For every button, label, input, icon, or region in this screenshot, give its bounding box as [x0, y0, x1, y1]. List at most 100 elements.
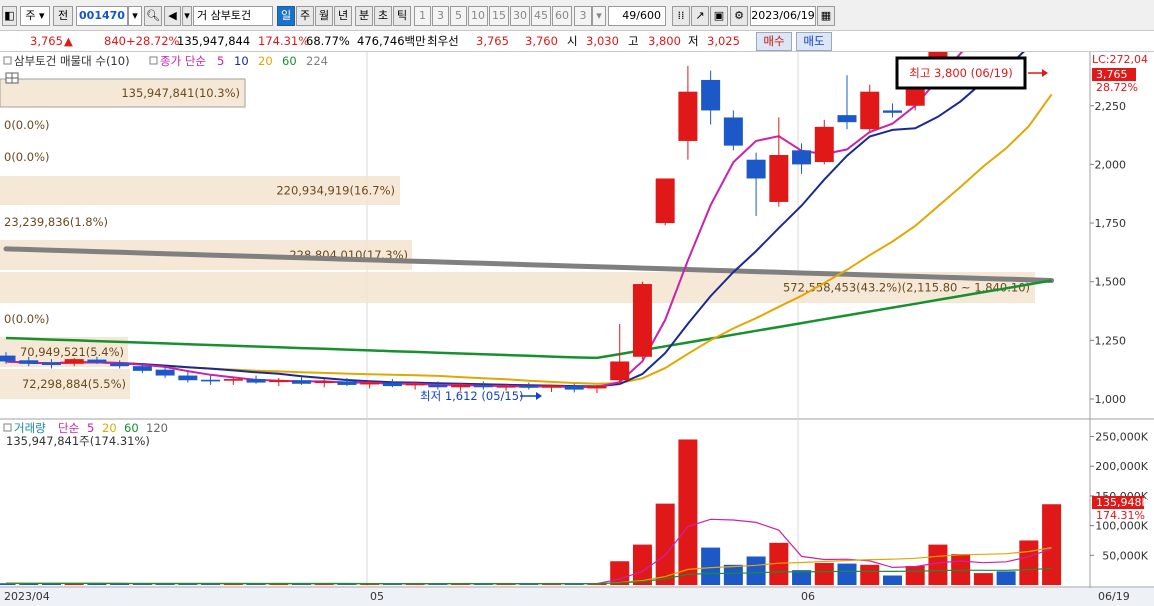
prev-button[interactable]: 전 [53, 6, 73, 26]
minute-3[interactable]: 3 [432, 6, 449, 26]
settings-gear-icon[interactable]: ⚙ [730, 6, 748, 26]
stock-name-field[interactable]: 거 삼부토건 [193, 6, 273, 26]
candle-body [132, 366, 152, 371]
period-select[interactable]: 주 ▾ [20, 6, 50, 26]
price-ma-period-10: 10 [234, 54, 249, 68]
stock-code-input[interactable]: 001470 [76, 6, 128, 26]
change-amount: 840 [104, 34, 126, 48]
volume-profile-label: 70,949,521(5.4%) [20, 345, 124, 359]
sell-button[interactable]: 매도 [796, 32, 832, 51]
search-icon[interactable]: 🔍︎ [144, 6, 162, 26]
low-marker-text: 최저 1,612 (05/15) [420, 389, 524, 403]
quote-bar: 3,765 ▲ 840 +28.72% 135,947,844 174.31% … [0, 31, 1154, 52]
tab-tick[interactable]: 틱 [393, 6, 411, 26]
candle-body [451, 384, 471, 388]
volume-bar [814, 563, 834, 585]
candle-body [587, 386, 607, 389]
stock-chart[interactable]: 135,947,841(10.3%) 0(0.0%) 0(0.0%) 220,934,… [0, 52, 1154, 606]
calendar-icon[interactable]: ▦ [817, 6, 835, 26]
candle-body [723, 117, 743, 146]
price-legend-title: 삼부토건 매물대 수(10) [14, 54, 130, 68]
candle-body [314, 381, 334, 384]
date-field[interactable]: 2023/06/19 [750, 6, 816, 26]
x-axis-label: 05 [370, 590, 384, 603]
volume-bar [723, 564, 743, 585]
open-label: 시 [567, 34, 578, 48]
candle-body [337, 381, 357, 385]
candle-body [223, 379, 243, 381]
high-label: 고 [628, 34, 639, 48]
minute-30[interactable]: 30 [510, 6, 530, 26]
price-tick-label: 1,000 [1095, 393, 1127, 406]
volume-value-label: 135,947,841주(174.31%) [6, 434, 150, 448]
up-arrow-icon: ▲ [64, 34, 73, 48]
market-label: 거 [197, 9, 208, 22]
volume-profile-label: 0(0.0%) [4, 150, 50, 164]
panel-icon[interactable]: ◧ [2, 6, 17, 26]
speaker-dropdown-icon[interactable]: ▾ [182, 6, 192, 26]
code-dropdown-icon[interactable]: ▾ [128, 6, 142, 26]
candle-body [201, 379, 221, 382]
volume-profile-label: 135,947,841(10.3%) [121, 86, 240, 100]
volume-tag-text: 135,948K [1096, 496, 1149, 509]
tab-minute[interactable]: 분 [355, 6, 373, 26]
current-price: 3,765 [30, 34, 63, 48]
minute-1[interactable]: 1 [414, 6, 431, 26]
volume-bar [928, 544, 948, 585]
candle-body [701, 79, 721, 111]
speaker-icon[interactable]: ◀ [164, 6, 181, 26]
candle-body [155, 369, 175, 376]
volume-bar [1042, 504, 1062, 585]
minute-45[interactable]: 45 [531, 6, 551, 26]
minute-10[interactable]: 10 [468, 6, 488, 26]
x-axis-label: 2023/04 [4, 590, 50, 603]
count-dropdown-icon[interactable]: ▾ [592, 6, 606, 26]
volume-tick-label: 250,000K [1095, 431, 1148, 444]
buy-button[interactable]: 매수 [756, 32, 792, 51]
candle-body [792, 150, 812, 165]
count-select[interactable]: 3 [574, 6, 592, 26]
chart-toolbar: ◧ 주 ▾ 전 001470 ▾ 🔍︎ ◀ ▾ 거 삼부토건 일 주 월 년 분… [0, 0, 1154, 31]
candle-body [496, 386, 516, 388]
candle-body [246, 379, 266, 383]
lc-label: LC:272,04 [1092, 53, 1148, 66]
tab-day[interactable]: 일 [277, 6, 295, 26]
minute-5[interactable]: 5 [450, 6, 467, 26]
candle-body [19, 360, 39, 364]
candle-body [0, 355, 16, 362]
candle-body [64, 359, 84, 364]
x-axis-band [0, 588, 1154, 606]
volume-value: 135,947,844 [177, 34, 251, 48]
volume-ma-period-120: 120 [146, 421, 168, 435]
low-label: 저 [688, 34, 699, 48]
price-tick-label: 2,000 [1095, 158, 1127, 171]
minute-15[interactable]: 15 [489, 6, 509, 26]
tab-week[interactable]: 주 [296, 6, 314, 26]
tab-year[interactable]: 년 [334, 6, 352, 26]
candle-body [110, 363, 130, 367]
candle-body [564, 386, 584, 390]
pct-tag-text: 28.72% [1096, 81, 1138, 94]
save-icon[interactable]: ▣ [710, 6, 728, 26]
candle-type-icon[interactable]: ⁞⁞ [672, 6, 690, 26]
volume-profile-label: 0(0.0%) [4, 312, 50, 326]
volume-profile-label: 23,239,836(1.8%) [4, 215, 108, 229]
candle-body [837, 115, 857, 123]
volume-ma-label: 단순 [58, 421, 79, 435]
candle-body [882, 110, 902, 113]
high-marker-text: 최고 3,800 (06/19) [909, 66, 1013, 80]
volume-ma-period-20: 20 [102, 421, 117, 435]
candle-body [769, 155, 789, 202]
candle-body [678, 91, 698, 141]
drawing-tool-icon[interactable]: ↗ [691, 6, 709, 26]
tab-month[interactable]: 월 [315, 6, 333, 26]
volume-profile-label: 0(0.0%) [4, 118, 50, 132]
minute-60[interactable]: 60 [552, 6, 572, 26]
price-tag-text: 3,765 [1096, 68, 1128, 81]
tab-second[interactable]: 초 [374, 6, 392, 26]
turnover-rate: 68.77% [306, 34, 350, 48]
price-ma-period-5: 5 [217, 54, 224, 68]
price-tick-label: 1,500 [1095, 276, 1127, 289]
candle-body [41, 362, 61, 365]
page-counter[interactable]: 49/600 [608, 6, 666, 26]
